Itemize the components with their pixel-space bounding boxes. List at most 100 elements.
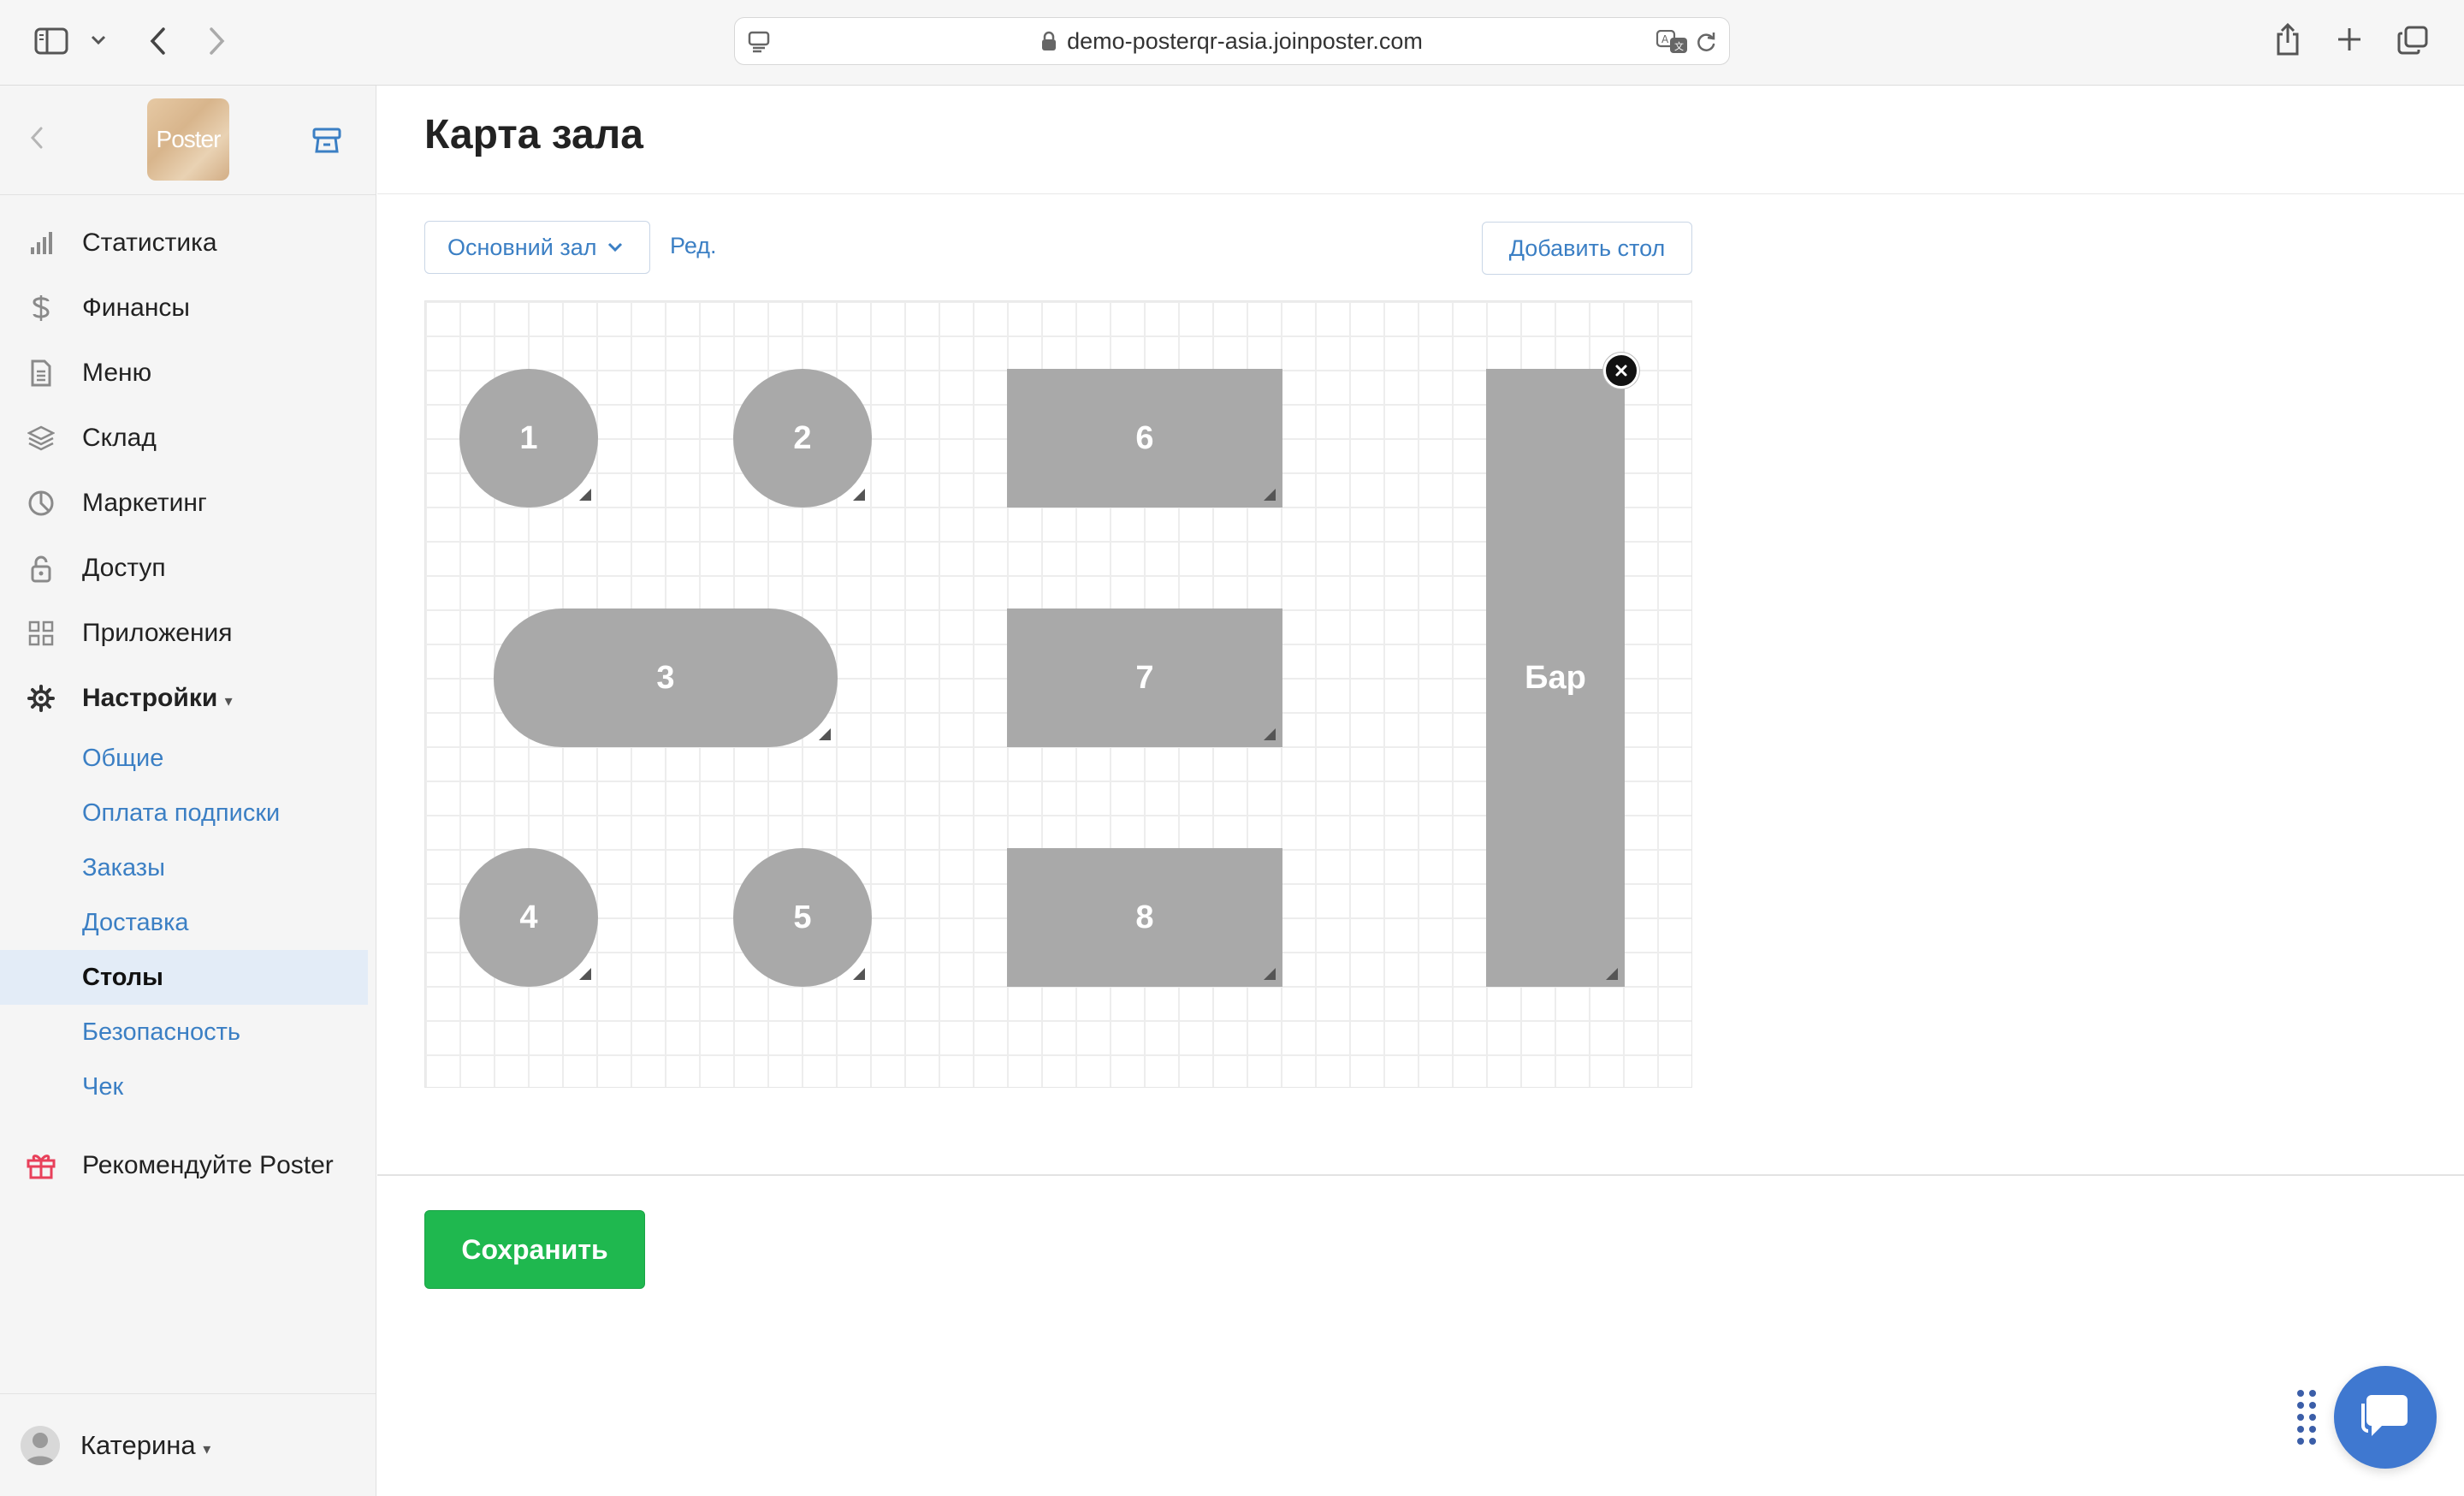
add-table-button[interactable]: Добавить стол (1482, 222, 1692, 275)
table-1[interactable]: 1 (459, 369, 598, 508)
chat-bubble-icon (2360, 1392, 2411, 1444)
table-2[interactable]: 2 (733, 369, 872, 508)
translate-icon[interactable]: A文 (1656, 28, 1690, 56)
sidebar-item-label: Настройки (82, 684, 218, 712)
browser-toolbar: demo-posterqr-asia.joinposter.com A文 (0, 0, 2464, 86)
avatar (21, 1425, 60, 1465)
sidebar-item-access[interactable]: Доступ (0, 544, 376, 592)
sidebar-item-finance[interactable]: Финансы (0, 284, 376, 332)
subitem-label: Доставка (82, 908, 189, 936)
remove-table-close-icon[interactable] (1603, 353, 1639, 389)
sidebar-item-label: Приложения (82, 619, 233, 647)
user-name-wrap: Катерина ▾ (80, 1430, 210, 1461)
sidebar-subitem-orders[interactable]: Заказы (0, 840, 368, 895)
resize-handle[interactable] (579, 968, 591, 980)
dollar-icon (26, 293, 56, 324)
sidebar-item-label: Статистика (82, 229, 217, 257)
sidebar-header: Poster (0, 86, 376, 195)
sidebar-item-statistics[interactable]: Статистика (0, 219, 376, 267)
bar-chart-icon (26, 228, 56, 258)
sidebar-subitem-subscription[interactable]: Оплата подписки (0, 786, 368, 840)
table-label: 8 (1135, 899, 1154, 935)
divider (377, 193, 2464, 194)
svg-text:文: 文 (1674, 40, 1684, 52)
reload-icon[interactable] (1693, 30, 1719, 56)
sidebar-item-marketing[interactable]: Маркетинг (0, 479, 376, 527)
resize-handle[interactable] (1264, 489, 1276, 501)
user-menu[interactable]: Катерина ▾ (0, 1393, 376, 1496)
subitem-label: Безопасность (82, 1018, 240, 1046)
resize-handle[interactable] (1606, 968, 1618, 980)
page-title: Карта зала (424, 112, 643, 157)
resize-handle[interactable] (1264, 728, 1276, 740)
new-tab-icon[interactable] (2334, 24, 2365, 55)
hall-select[interactable]: Основний зал (424, 221, 650, 274)
sidebar-item-label: Меню (82, 359, 152, 387)
logo-text: Poster (156, 126, 222, 152)
sidebar-item-label: Доступ (82, 554, 166, 582)
table-label: 7 (1135, 659, 1154, 696)
table-label: 5 (793, 899, 812, 935)
table-4[interactable]: 4 (459, 848, 598, 987)
sidebar-item-label: Маркетинг (82, 489, 207, 517)
sidebar-item-label: Склад (82, 424, 157, 452)
layers-icon (26, 423, 56, 454)
user-caret: ▾ (203, 1440, 211, 1457)
sidebar-item-menu[interactable]: Меню (0, 349, 376, 397)
sidebar-item-recommend[interactable]: Рекомендуйте Poster (0, 1142, 376, 1190)
floor-plan-grid[interactable]: 1 2 3 4 5 6 7 8 Бар (424, 300, 1692, 1088)
address-bar[interactable]: demo-posterqr-asia.joinposter.com A文 (734, 17, 1730, 65)
subitem-label: Столы (82, 963, 163, 991)
poster-logo: Poster (147, 98, 229, 181)
table-label: 3 (656, 659, 675, 696)
sidebar-subitem-tables[interactable]: Столы (0, 950, 368, 1005)
apps-grid-icon (26, 618, 56, 649)
pos-terminal-icon[interactable] (310, 125, 344, 156)
resize-handle[interactable] (853, 489, 865, 501)
table-8[interactable]: 8 (1007, 848, 1282, 987)
forward-arrow-icon[interactable] (204, 24, 231, 58)
save-button[interactable]: Сохранить (424, 1210, 645, 1289)
subitem-label: Оплата подписки (82, 798, 281, 827)
sidebar-item-label: Финансы (82, 294, 190, 322)
url-text: demo-posterqr-asia.joinposter.com (1067, 27, 1423, 54)
url-display[interactable]: demo-posterqr-asia.joinposter.com (735, 18, 1729, 64)
sidebar-subitem-receipt[interactable]: Чек (0, 1060, 368, 1114)
table-5[interactable]: 5 (733, 848, 872, 987)
document-icon (26, 358, 56, 389)
back-arrow-icon[interactable] (144, 24, 171, 58)
drag-handle-icon[interactable] (2295, 1388, 2319, 1446)
pie-chart-icon (26, 488, 56, 519)
sidebar-subitem-security[interactable]: Безопасность (0, 1005, 368, 1060)
subitem-label: Заказы (82, 853, 165, 882)
svg-text:A: A (1661, 33, 1669, 45)
sidebar-item-apps[interactable]: Приложения (0, 609, 376, 657)
edit-hall-link[interactable]: Ред. (670, 233, 717, 259)
resize-handle[interactable] (1264, 968, 1276, 980)
table-bar[interactable]: Бар (1486, 369, 1625, 987)
chevron-down-icon[interactable] (89, 31, 108, 50)
resize-handle[interactable] (819, 728, 831, 740)
table-3[interactable]: 3 (494, 608, 838, 747)
lock-icon (26, 553, 56, 584)
table-label: Бар (1525, 659, 1586, 696)
tab-overview-icon[interactable] (2396, 24, 2430, 56)
table-7[interactable]: 7 (1007, 608, 1282, 747)
collapse-sidebar-icon[interactable] (27, 123, 46, 152)
sidebar-item-warehouse[interactable]: Склад (0, 414, 376, 462)
sidebar-toggle-icon[interactable] (33, 26, 70, 56)
sidebar-subitem-delivery[interactable]: Доставка (0, 895, 368, 950)
table-6[interactable]: 6 (1007, 369, 1282, 508)
user-name: Катерина (80, 1429, 196, 1460)
sidebar-subitem-general[interactable]: Общие (0, 731, 368, 786)
resize-handle[interactable] (853, 968, 865, 980)
chat-support-button[interactable] (2334, 1366, 2437, 1469)
settings-caret: ▾ (224, 692, 233, 709)
sidebar-item-settings[interactable]: Настройки ▾ (0, 674, 376, 722)
resize-handle[interactable] (579, 489, 591, 501)
chevron-down-icon (607, 242, 623, 252)
sidebar-item-label: Рекомендуйте Poster (82, 1151, 334, 1179)
table-label: 1 (519, 419, 538, 456)
divider (377, 1174, 2464, 1176)
share-icon[interactable] (2272, 21, 2303, 58)
